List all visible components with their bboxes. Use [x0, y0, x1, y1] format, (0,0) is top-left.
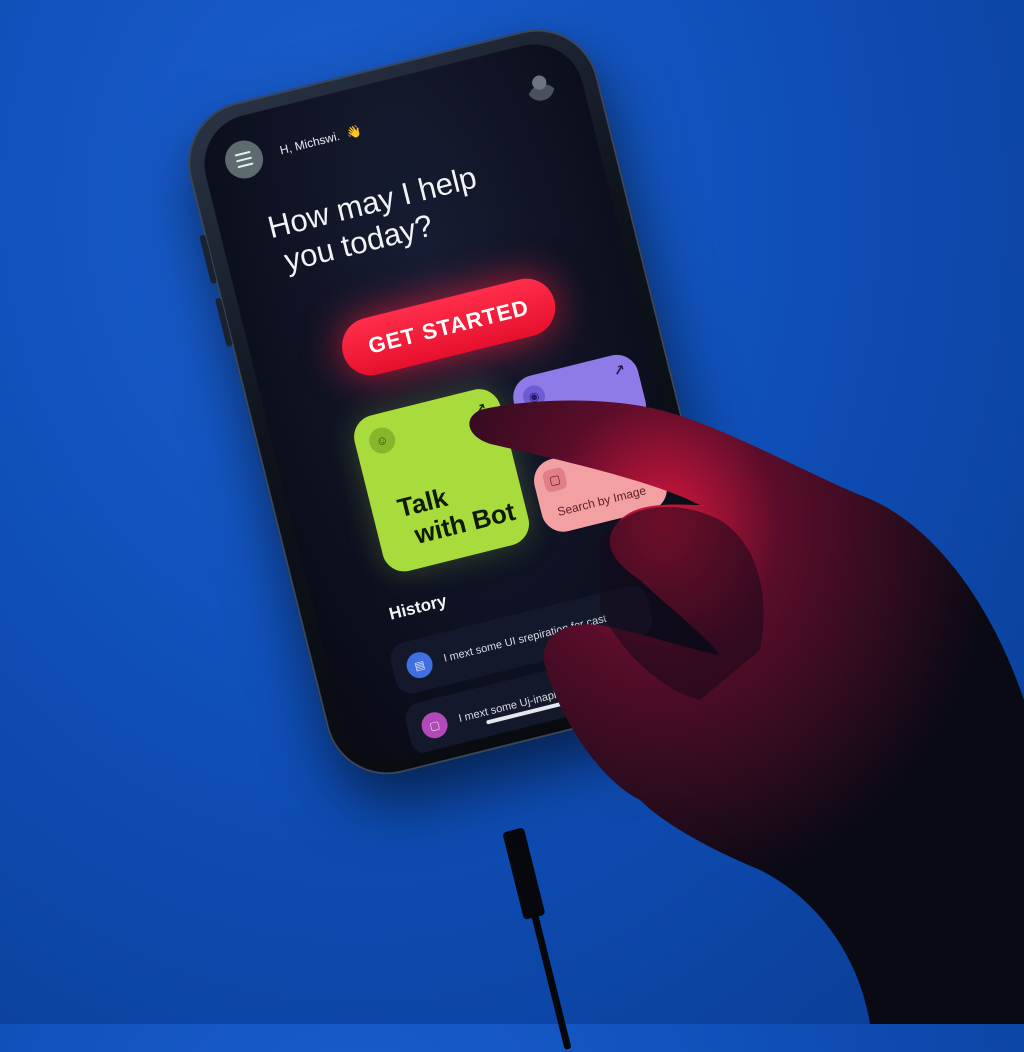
- chat-icon: ▢: [418, 709, 451, 741]
- cable-plug: [502, 827, 546, 920]
- search-by-image-label: Search by Image: [556, 483, 648, 519]
- bot-icon: ☺: [366, 424, 398, 457]
- phone-screen: H, Michswi. 👋 How may I help you today? …: [193, 33, 731, 771]
- menu-icon-line: [236, 156, 253, 163]
- chat-with-dat-card[interactable]: ◉ ↗ Chat with Dat: [508, 350, 651, 453]
- phone: H, Michswi. 👋 How may I help you today? …: [175, 16, 750, 788]
- mic-icon: ◉: [520, 383, 548, 410]
- menu-button[interactable]: [221, 136, 268, 183]
- menu-icon-line: [237, 162, 254, 169]
- menu-icon-line: [234, 150, 251, 157]
- arrow-up-right-icon: ↗: [472, 399, 489, 418]
- cable-wire: [530, 912, 572, 1051]
- wave-emoji-icon: 👋: [344, 123, 363, 141]
- chat-with-dat-label: Chat with Dat: [535, 404, 609, 436]
- get-started-button[interactable]: GET STARTED: [335, 272, 562, 382]
- charging-cable: [502, 827, 572, 1051]
- history-item-text: I mext some UI srepiration for cast: [442, 612, 608, 665]
- arrow-up-right-icon: ↗: [611, 360, 627, 380]
- greeting: H, Michswi. 👋: [278, 124, 363, 158]
- talk-with-bot-label: Talk with Bot: [394, 467, 518, 552]
- search-by-image-card[interactable]: ▢ ↗ Search by Image: [529, 433, 672, 537]
- history-title: History: [387, 590, 449, 624]
- document-icon: ▤: [403, 649, 436, 681]
- arrow-up-right-icon: ↗: [632, 444, 648, 463]
- scene: H, Michswi. 👋 How may I help you today? …: [0, 0, 1024, 1051]
- greeting-text: H, Michswi.: [278, 128, 342, 158]
- image-icon: ▢: [541, 466, 569, 494]
- talk-with-bot-card[interactable]: ☺ ↗ Talk with Bot: [349, 384, 534, 577]
- avatar[interactable]: [523, 69, 558, 104]
